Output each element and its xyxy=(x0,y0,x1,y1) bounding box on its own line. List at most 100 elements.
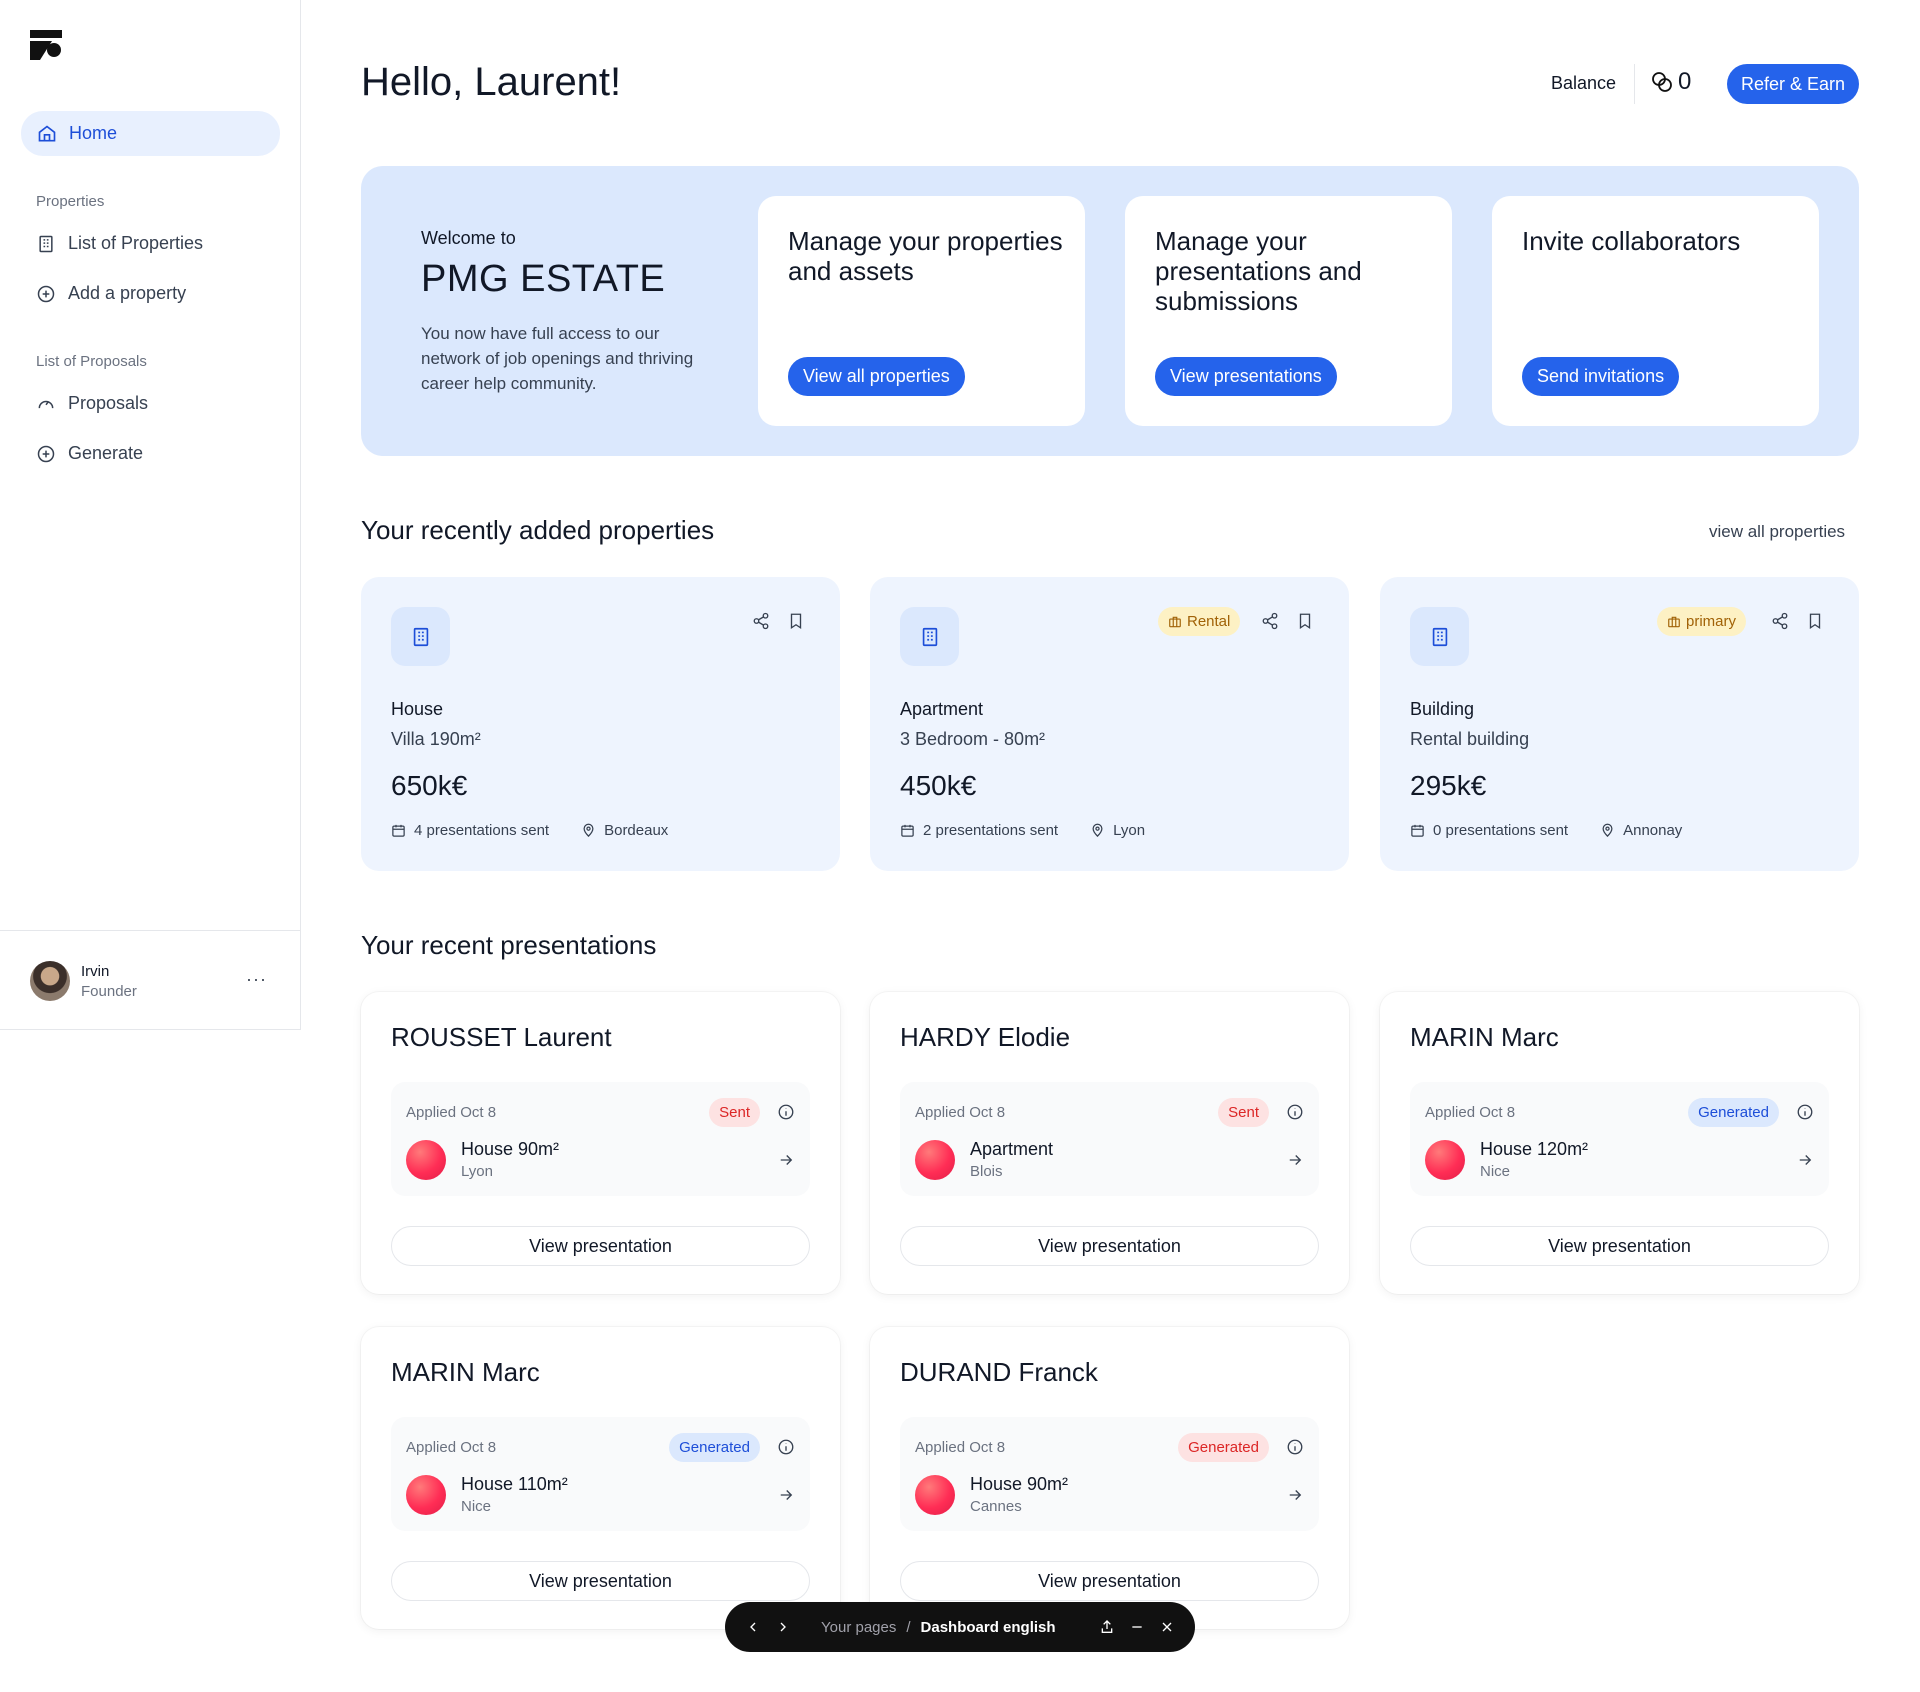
send-invitations-button[interactable]: Send invitations xyxy=(1522,357,1680,396)
share-icon[interactable] xyxy=(1771,612,1789,630)
arrow-right-icon[interactable] xyxy=(1796,1151,1814,1169)
app-logo-icon[interactable] xyxy=(30,30,62,60)
status-badge: Sent xyxy=(1218,1098,1269,1127)
user-profile[interactable]: Irvin Founder ··· xyxy=(0,930,300,1030)
property-location: Lyon xyxy=(1113,822,1146,839)
view-all-properties-link[interactable]: view all properties xyxy=(1709,522,1845,542)
property-price: 295k€ xyxy=(1410,770,1487,801)
presentation-detail[interactable]: Applied Oct 8 Generated House 120m² Nice xyxy=(1410,1082,1829,1196)
nav-proposals-label: Proposals xyxy=(68,393,149,413)
presentation-detail[interactable]: Applied Oct 8 Sent Apartment Blois xyxy=(900,1082,1319,1196)
view-presentation-button[interactable]: View presentation xyxy=(900,1561,1319,1601)
property-location: Annonay xyxy=(1623,822,1683,839)
property-meta: 4 presentations sent Bordeaux xyxy=(391,822,668,839)
bookmark-icon[interactable] xyxy=(1296,612,1314,630)
client-name: DURAND Franck xyxy=(900,1357,1098,1387)
nav-add-property[interactable]: Add a property xyxy=(36,283,186,304)
banner-card-title: Manage your properties and assets xyxy=(788,226,1063,286)
presentation-card: ROUSSET Laurent Applied Oct 8 Sent House… xyxy=(361,992,840,1294)
properties-section-title: Your recently added properties xyxy=(361,515,715,545)
presentation-city: Blois xyxy=(970,1163,1003,1180)
nav-home-label: Home xyxy=(69,123,118,143)
presentation-property: House 90m² xyxy=(970,1474,1069,1494)
view-presentation-button[interactable]: View presentation xyxy=(391,1226,810,1266)
property-tag: primary xyxy=(1657,607,1747,636)
view-presentations-button[interactable]: View presentations xyxy=(1155,357,1337,396)
property-avatar xyxy=(1425,1140,1465,1180)
breadcrumb-parent[interactable]: Your pages xyxy=(821,1619,896,1636)
info-icon[interactable] xyxy=(777,1103,795,1121)
view-presentation-button[interactable]: View presentation xyxy=(900,1226,1319,1266)
balance-amount: 0 xyxy=(1678,68,1692,95)
minimize-icon[interactable] xyxy=(1129,1619,1145,1635)
welcome-brand-title: PMG ESTATE xyxy=(421,258,666,300)
presentation-city: Cannes xyxy=(970,1498,1022,1515)
property-avatar xyxy=(915,1140,955,1180)
property-card[interactable]: primary Building Rental building 295k€ 0… xyxy=(1380,577,1859,871)
user-name: Irvin xyxy=(81,963,110,980)
arrow-right-icon[interactable] xyxy=(777,1151,795,1169)
page-title: Hello, Laurent! xyxy=(361,60,622,104)
balance-label: Balance xyxy=(1551,73,1617,93)
chevron-left-icon[interactable] xyxy=(745,1619,761,1635)
applied-date: Applied Oct 8 xyxy=(406,1439,497,1456)
properties-section-label: Properties xyxy=(36,193,105,210)
presentation-detail[interactable]: Applied Oct 8 Generated House 90m² Canne… xyxy=(900,1417,1319,1531)
share-icon[interactable] xyxy=(1261,612,1279,630)
presentation-card: MARIN Marc Applied Oct 8 Generated House… xyxy=(1380,992,1859,1294)
breadcrumb: Your pages / Dashboard english xyxy=(821,1619,1056,1636)
applied-date: Applied Oct 8 xyxy=(1425,1104,1516,1121)
info-icon[interactable] xyxy=(1796,1103,1814,1121)
status-badge: Generated xyxy=(669,1433,760,1462)
property-type: House xyxy=(391,699,444,719)
bookmark-icon[interactable] xyxy=(787,612,805,630)
location-pin-icon xyxy=(1600,823,1615,838)
close-icon[interactable] xyxy=(1159,1619,1175,1635)
applied-date: Applied Oct 8 xyxy=(915,1104,1006,1121)
banner-card-title: Invite collaborators xyxy=(1522,226,1741,256)
home-icon xyxy=(37,124,57,144)
welcome-small-text: Welcome to xyxy=(421,228,516,248)
client-name: HARDY Elodie xyxy=(900,1022,1071,1052)
property-card[interactable]: House Villa 190m² 650k€ 4 presentations … xyxy=(361,577,840,871)
proposals-section-label: List of Proposals xyxy=(36,353,147,370)
presentation-city: Nice xyxy=(461,1498,492,1515)
chevron-right-icon[interactable] xyxy=(775,1619,791,1635)
info-icon[interactable] xyxy=(1286,1103,1304,1121)
view-presentation-button[interactable]: View presentation xyxy=(1410,1226,1829,1266)
plus-circle-icon xyxy=(36,444,56,464)
share-upload-icon[interactable] xyxy=(1099,1619,1115,1635)
bookmark-icon[interactable] xyxy=(1806,612,1824,630)
more-options-icon[interactable]: ··· xyxy=(246,969,267,990)
presentation-property: Apartment xyxy=(970,1139,1054,1159)
property-tag: Rental xyxy=(1158,607,1241,636)
presentation-detail[interactable]: Applied Oct 8 Sent House 90m² Lyon xyxy=(391,1082,810,1196)
presentations-count: 2 presentations sent xyxy=(923,822,1059,839)
property-card[interactable]: Rental Apartment 3 Bedroom - 80m² 450k€ … xyxy=(870,577,1349,871)
nav-proposals[interactable]: Proposals xyxy=(36,393,148,414)
nav-generate[interactable]: Generate xyxy=(36,443,143,464)
property-meta: 0 presentations sent Annonay xyxy=(1410,822,1682,839)
briefcase-icon xyxy=(1168,615,1182,629)
view-presentation-button[interactable]: View presentation xyxy=(391,1561,810,1601)
info-icon[interactable] xyxy=(777,1438,795,1456)
banner-card-presentations: Manage your presentations and submission… xyxy=(1125,196,1452,426)
view-all-properties-button[interactable]: View all properties xyxy=(788,357,965,396)
arrow-right-icon[interactable] xyxy=(777,1486,795,1504)
arrow-right-icon[interactable] xyxy=(1286,1486,1304,1504)
presentation-card: HARDY Elodie Applied Oct 8 Sent Apartmen… xyxy=(870,992,1349,1294)
property-location: Bordeaux xyxy=(604,822,669,839)
client-name: MARIN Marc xyxy=(391,1357,540,1387)
nav-list-of-properties[interactable]: List of Properties xyxy=(36,233,203,254)
nav-list-of-properties-label: List of Properties xyxy=(68,233,204,253)
arrow-right-icon[interactable] xyxy=(1286,1151,1304,1169)
presentation-property: House 120m² xyxy=(1480,1139,1589,1159)
property-avatar xyxy=(406,1475,446,1515)
info-icon[interactable] xyxy=(1286,1438,1304,1456)
floating-page-bar: Your pages / Dashboard english xyxy=(725,1602,1195,1652)
presentation-detail[interactable]: Applied Oct 8 Generated House 110m² Nice xyxy=(391,1417,810,1531)
share-icon[interactable] xyxy=(752,612,770,630)
applied-date: Applied Oct 8 xyxy=(406,1104,497,1121)
refer-earn-button[interactable]: Refer & Earn xyxy=(1727,64,1859,104)
nav-home[interactable]: Home xyxy=(21,111,280,156)
